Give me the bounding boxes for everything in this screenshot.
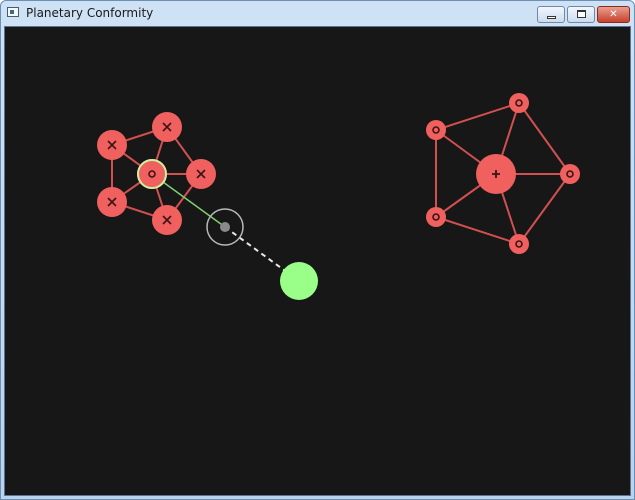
planet-link <box>435 102 520 131</box>
player-planet[interactable] <box>280 262 318 300</box>
window-title: Planetary Conformity <box>26 6 154 20</box>
minimize-icon <box>547 16 556 19</box>
maximize-icon <box>577 10 586 18</box>
planet-link <box>435 216 520 245</box>
planet-r-top-left[interactable] <box>426 120 446 140</box>
planet-r-bottom[interactable] <box>509 234 529 254</box>
planet-link <box>518 102 571 175</box>
game-window: Planetary Conformity ✕ <box>0 0 635 500</box>
planet-link <box>518 173 571 245</box>
planet-r-bottom-left[interactable] <box>426 207 446 227</box>
close-button[interactable]: ✕ <box>597 6 630 23</box>
maximize-button[interactable] <box>567 6 595 23</box>
close-icon: ✕ <box>609 9 618 20</box>
minimize-button[interactable] <box>537 6 565 23</box>
planet-r-right[interactable] <box>560 164 580 184</box>
game-canvas[interactable] <box>4 26 631 496</box>
game-scene[interactable] <box>5 27 630 495</box>
aim-reticle-dot <box>220 222 230 232</box>
planet-r-top[interactable] <box>509 93 529 113</box>
title-bar[interactable]: Planetary Conformity ✕ <box>1 1 634 26</box>
app-icon[interactable] <box>7 7 19 17</box>
